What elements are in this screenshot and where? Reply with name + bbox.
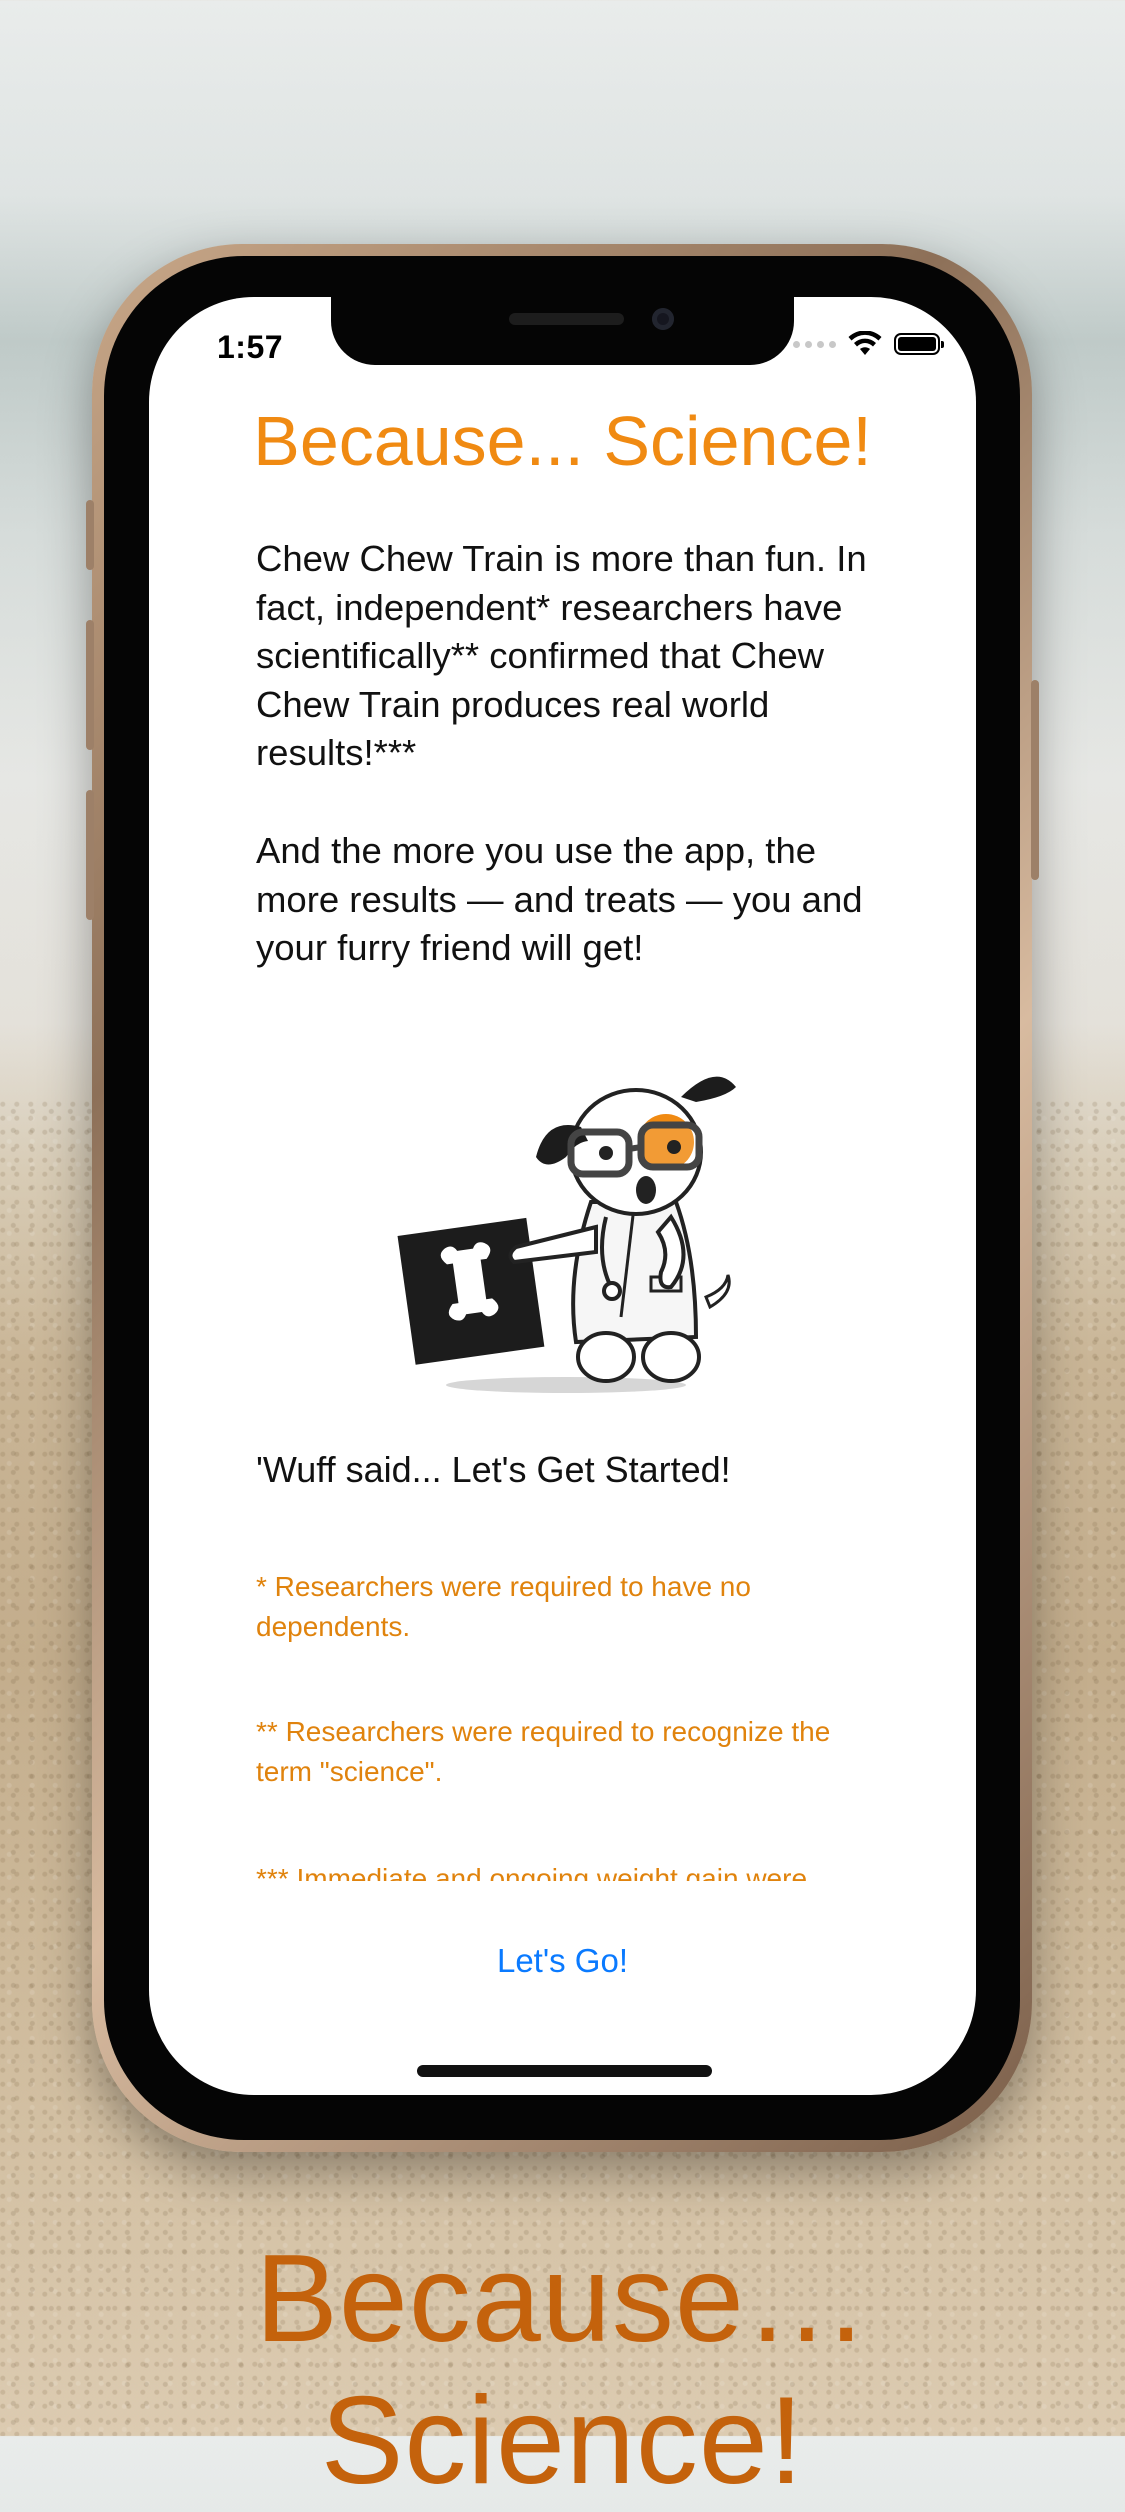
marketing-caption: Because… Science! [255, 2230, 870, 2510]
home-indicator[interactable] [417, 2065, 712, 2077]
intro-paragraph: Chew Chew Train is more than fun. In fac… [256, 538, 867, 773]
notch [331, 297, 794, 365]
get-started-text: 'Wuff said... Let's Get Started! [256, 1449, 731, 1490]
battery-icon [894, 333, 944, 355]
app-screen: 1:57 Because... Science! Chew Chew Train… [149, 297, 976, 2095]
front-camera [652, 308, 674, 330]
cellular-signal-icon [793, 340, 836, 348]
page-title: Because... Science! [253, 402, 872, 480]
earpiece-speaker [509, 313, 624, 325]
dog-scientist-illustration [397, 1076, 736, 1393]
footnote-1: * Researchers were required to have no d… [256, 1571, 751, 1642]
lets-go-button[interactable]: Let's Go! [149, 1942, 976, 1980]
footnote-2: ** Researchers were required to recogniz… [256, 1716, 831, 1787]
status-indicators [793, 331, 944, 357]
phone-power-button [1031, 680, 1039, 880]
footnote-3: *** Immediate and ongoing weight gain we… [256, 1863, 808, 1881]
status-time: 1:57 [217, 329, 284, 365]
phone-volume-up [86, 620, 94, 750]
benefits-paragraph: And the more you use the app, the more r… [256, 830, 863, 968]
wifi-icon [848, 331, 882, 355]
phone-mute-switch [86, 500, 94, 570]
phone-volume-down [86, 790, 94, 920]
